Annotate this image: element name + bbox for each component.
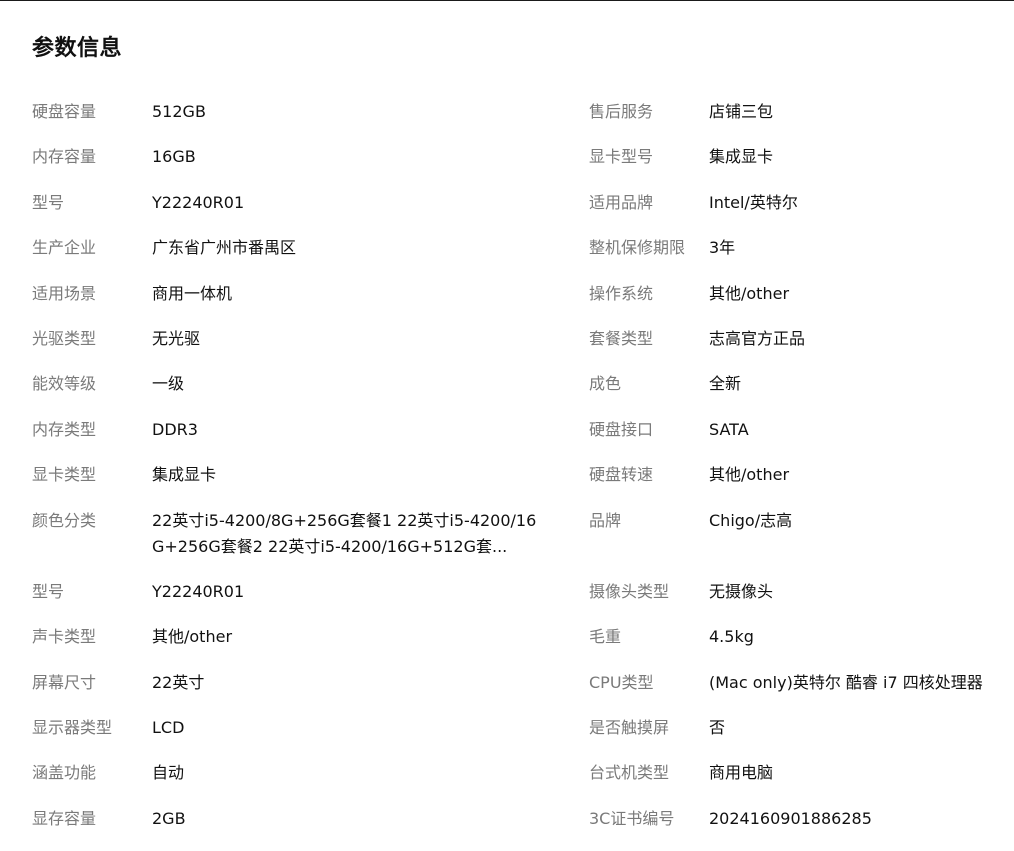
- param-value: 自动: [152, 763, 185, 783]
- param-row: 内存类型 DDR3: [32, 417, 589, 462]
- param-value: 4.5kg: [709, 627, 754, 647]
- param-label: 适用品牌: [589, 192, 654, 212]
- section-title: 参数信息: [32, 36, 123, 61]
- param-value: 广东省广州市番禺区: [152, 238, 297, 258]
- param-value: (Mac only)英特尔 酷睿 i7 四核处理器: [709, 672, 983, 692]
- param-row: 屏幕尺寸 22英寸: [32, 670, 589, 715]
- param-row: 能效等级 一级: [32, 371, 589, 416]
- param-value: SATA: [709, 419, 749, 439]
- params-grid: 硬盘容量 512GB 售后服务 店铺三包 内存容量 16GB 显卡型号 集成显卡…: [32, 99, 1002, 851]
- param-label: 显卡类型: [32, 465, 97, 485]
- param-label: 毛重: [589, 627, 622, 647]
- param-label: CPU类型: [589, 672, 654, 692]
- param-value: Chigo/志高: [709, 510, 793, 530]
- param-value: Y22240R01: [152, 192, 245, 212]
- param-value: 志高官方正品: [709, 328, 806, 348]
- param-value: LCD: [152, 718, 185, 738]
- param-value: 无摄像头: [709, 581, 774, 601]
- param-value: Intel/英特尔: [709, 192, 798, 212]
- param-row: 整机保修期限 3年: [589, 235, 1002, 280]
- param-row: 声卡类型 其他/other: [32, 624, 589, 669]
- param-row: CPU类型 (Mac only)英特尔 酷睿 i7 四核处理器: [589, 670, 1002, 715]
- param-label: 成色: [589, 374, 622, 394]
- param-label: 显示器类型: [32, 718, 113, 738]
- param-row: 操作系统 其他/other: [589, 281, 1002, 326]
- param-label: 内存容量: [32, 147, 97, 167]
- param-row: 硬盘容量 512GB: [32, 99, 589, 144]
- param-value: 商用一体机: [152, 283, 233, 303]
- param-label: 摄像头类型: [589, 581, 670, 601]
- param-row: 摄像头类型 无摄像头: [589, 579, 1002, 624]
- param-row: 显卡类型 集成显卡: [32, 462, 589, 507]
- param-value: 2024160901886285: [709, 808, 872, 828]
- param-row: 成色 全新: [589, 371, 1002, 416]
- param-row: 生产企业 广东省广州市番禺区: [32, 235, 589, 280]
- param-value: 其他/other: [709, 283, 790, 303]
- param-row: 显示器类型 LCD: [32, 715, 589, 760]
- param-label: 光驱类型: [32, 328, 97, 348]
- param-label: 颜色分类: [32, 510, 97, 530]
- param-label: 操作系统: [589, 283, 654, 303]
- param-row: 台式机类型 商用电脑: [589, 760, 1002, 805]
- param-label: 生产企业: [32, 238, 97, 258]
- param-row: 型号 Y22240R01: [32, 579, 589, 624]
- param-row: 显卡型号 集成显卡: [589, 144, 1002, 189]
- param-label: 适用场景: [32, 283, 97, 303]
- param-label: 品牌: [589, 510, 622, 530]
- param-label: 硬盘容量: [32, 102, 97, 121]
- param-row: 是否触摸屏 否: [589, 715, 1002, 760]
- param-row: 3C证书编号 2024160901886285: [589, 806, 1002, 851]
- param-value: 22英寸: [152, 672, 205, 692]
- top-divider: [0, 0, 1014, 1]
- param-label: 显存容量: [32, 808, 97, 828]
- param-row: 适用品牌 Intel/英特尔: [589, 190, 1002, 235]
- param-row: 硬盘转速 其他/other: [589, 462, 1002, 507]
- param-label: 硬盘接口: [589, 419, 654, 439]
- param-row: 涵盖功能 自动: [32, 760, 589, 805]
- param-value: 2GB: [152, 808, 186, 828]
- param-value: 无光驱: [152, 328, 201, 348]
- param-row: 光驱类型 无光驱: [32, 326, 589, 371]
- param-row: 显存容量 2GB: [32, 806, 589, 851]
- param-label: 台式机类型: [589, 763, 670, 783]
- param-label: 套餐类型: [589, 328, 654, 348]
- param-label: 涵盖功能: [32, 763, 97, 783]
- param-value: 512GB: [152, 102, 206, 121]
- param-value: Y22240R01: [152, 581, 245, 601]
- param-row: 型号 Y22240R01: [32, 190, 589, 235]
- param-value: DDR3: [152, 419, 198, 439]
- param-value: 其他/other: [152, 627, 233, 647]
- param-value: 集成显卡: [709, 147, 774, 167]
- param-label: 整机保修期限: [589, 238, 686, 258]
- param-label: 3C证书编号: [589, 808, 675, 828]
- param-value: 商用电脑: [709, 763, 774, 783]
- param-label: 售后服务: [589, 102, 654, 121]
- param-value: 一级: [152, 374, 185, 394]
- param-label: 能效等级: [32, 374, 97, 394]
- param-label: 是否触摸屏: [589, 718, 670, 738]
- param-value: 集成显卡: [152, 465, 217, 485]
- param-row: 适用场景 商用一体机: [32, 281, 589, 326]
- param-label: 声卡类型: [32, 627, 97, 647]
- param-row: 套餐类型 志高官方正品: [589, 326, 1002, 371]
- param-value: 全新: [709, 374, 742, 394]
- param-value: 店铺三包: [709, 102, 774, 121]
- param-row: 毛重 4.5kg: [589, 624, 1002, 669]
- param-label: 显卡型号: [589, 147, 654, 167]
- param-value: 否: [709, 718, 726, 738]
- param-row: 售后服务 店铺三包: [589, 99, 1002, 144]
- param-row: 颜色分类 22英寸i5-4200/8G+256G套餐1 22英寸i5-4200/…: [32, 508, 589, 579]
- param-value: 3年: [709, 238, 736, 258]
- param-value: 其他/other: [709, 465, 790, 485]
- param-label: 内存类型: [32, 419, 97, 439]
- param-label: 屏幕尺寸: [32, 672, 97, 692]
- param-value: 16GB: [152, 147, 196, 167]
- param-row: 品牌 Chigo/志高: [589, 508, 1002, 579]
- param-label: 型号: [32, 581, 65, 601]
- param-label: 型号: [32, 192, 65, 212]
- param-row: 内存容量 16GB: [32, 144, 589, 189]
- param-row: 硬盘接口 SATA: [589, 417, 1002, 462]
- param-value: 22英寸i5-4200/8G+256G套餐1 22英寸i5-4200/16G+2…: [152, 510, 537, 556]
- param-label: 硬盘转速: [589, 465, 654, 485]
